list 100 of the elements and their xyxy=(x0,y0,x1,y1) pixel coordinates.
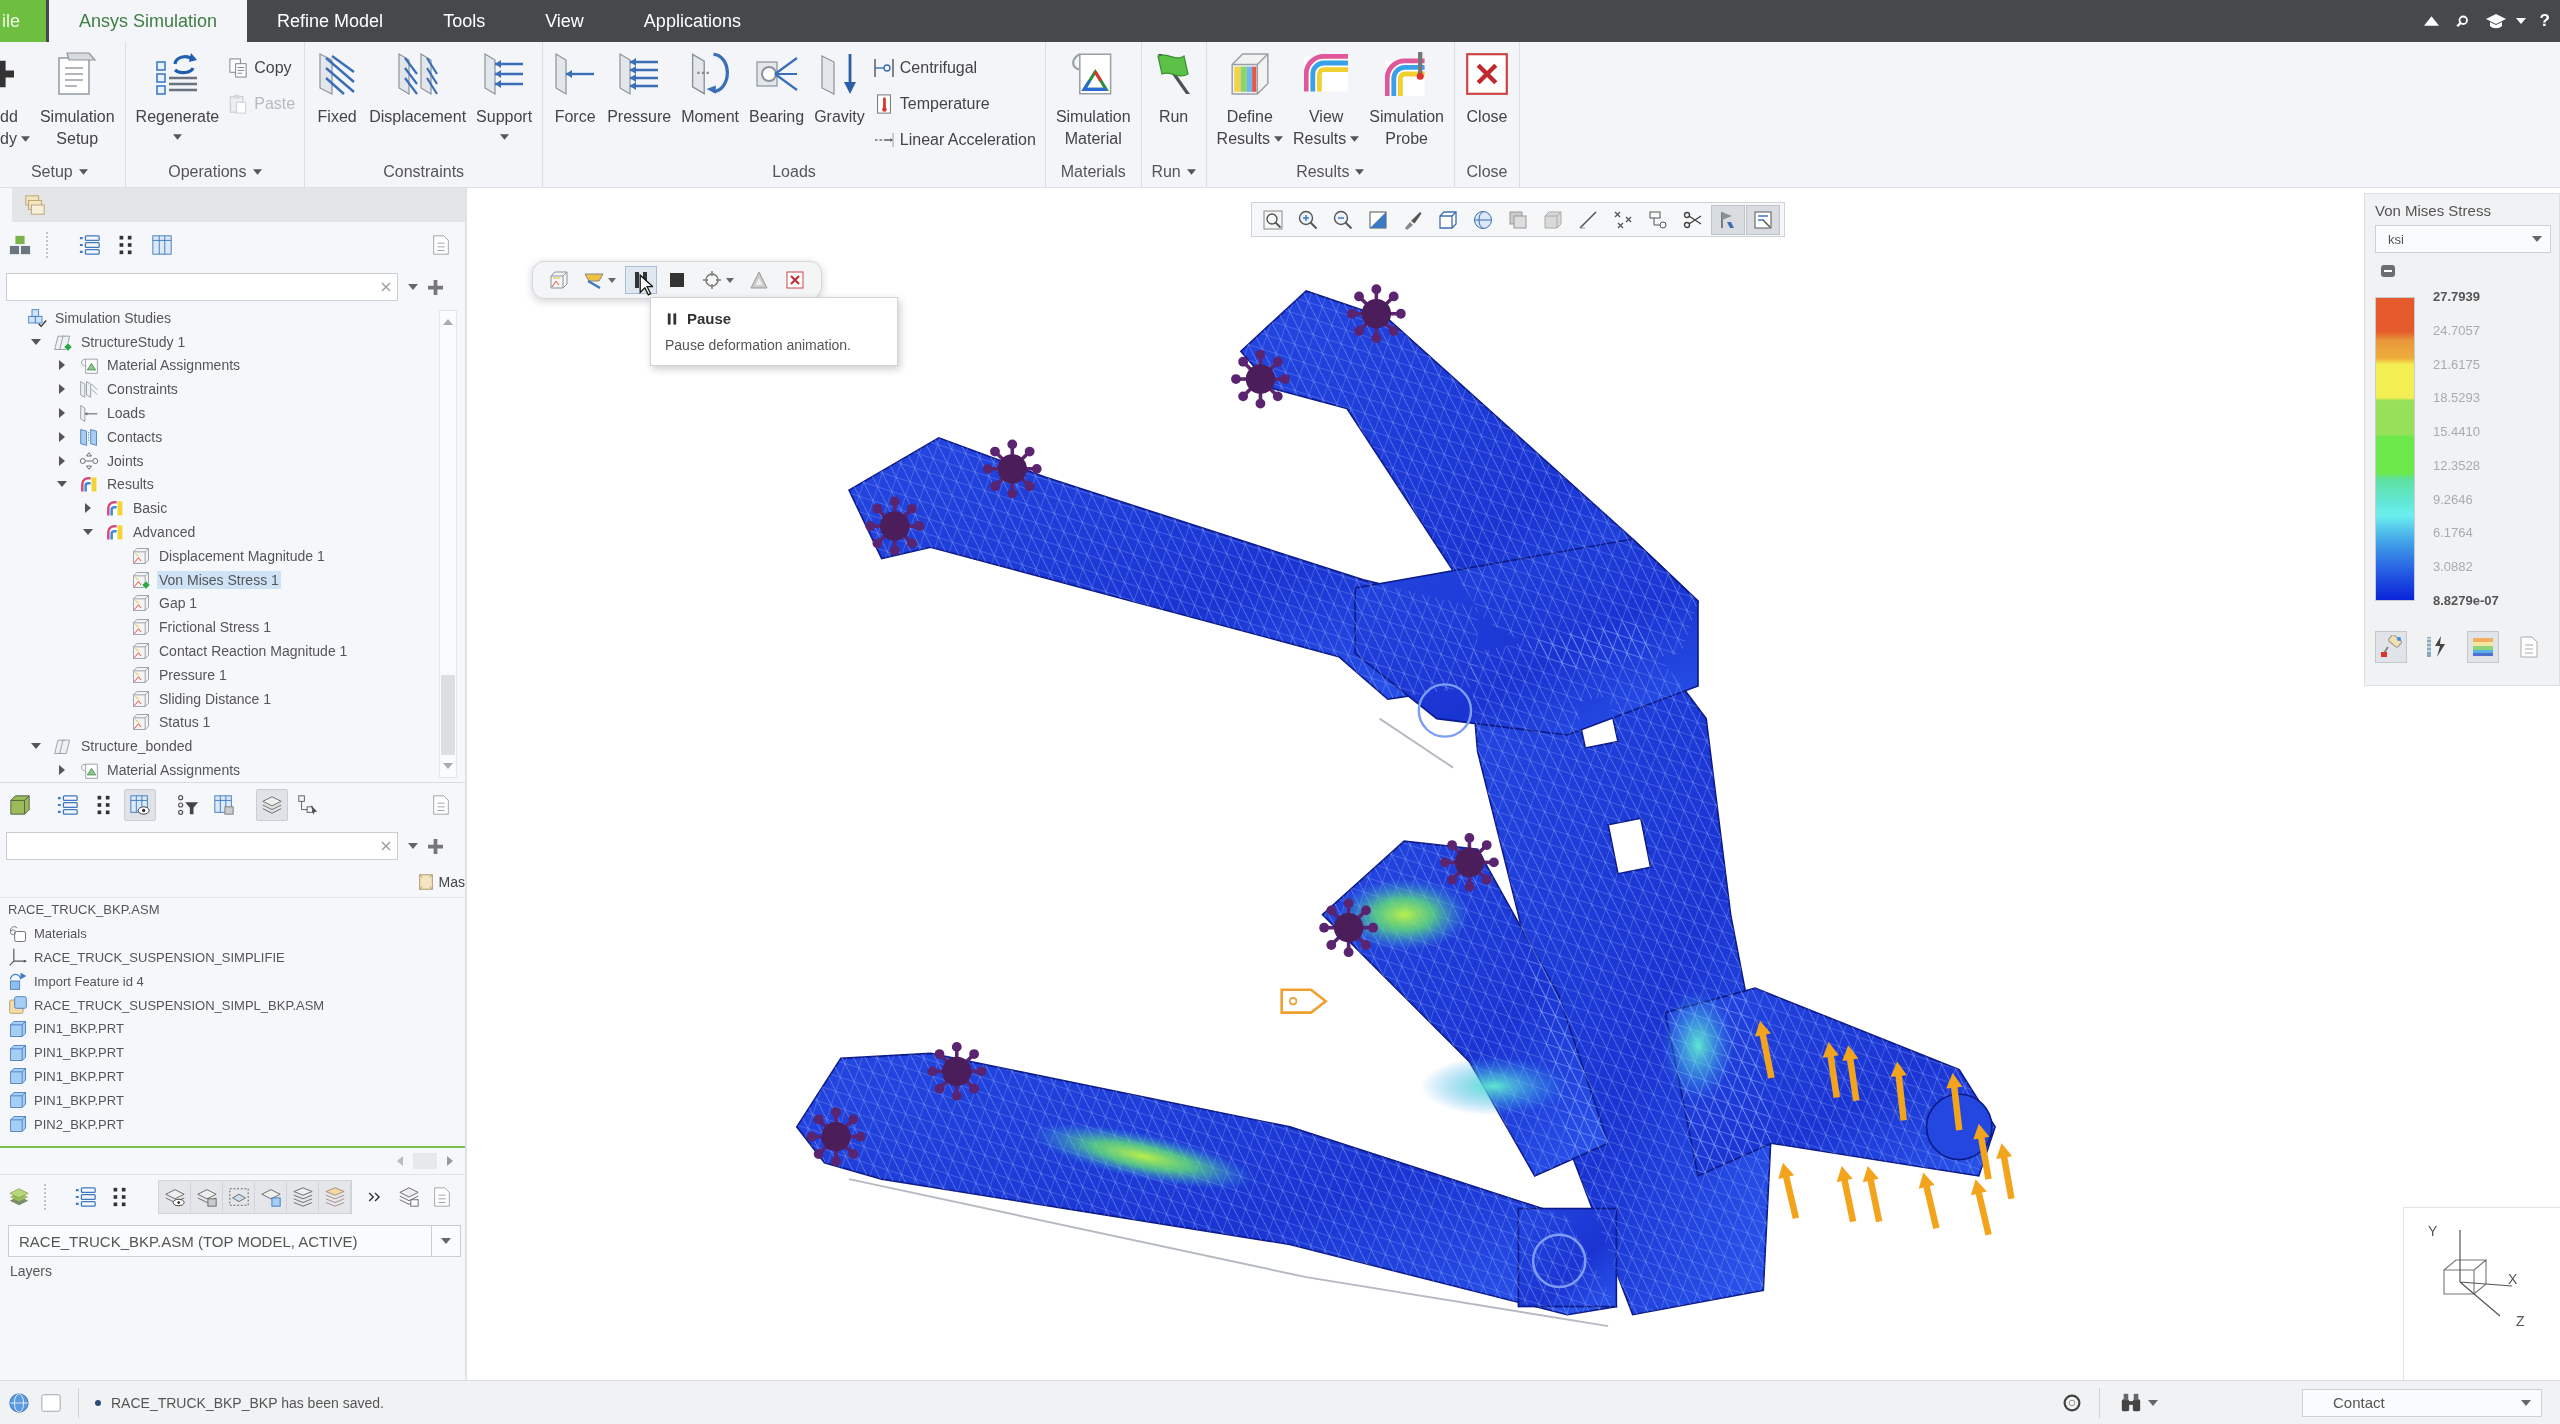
tree-item[interactable]: Frictional Stress 1 xyxy=(157,618,274,637)
ribbon-button[interactable]: Run xyxy=(1147,52,1200,128)
ribbon-button[interactable]: Regenerate xyxy=(131,52,224,140)
tree-item[interactable]: Advanced xyxy=(131,523,198,542)
expand-arrow-icon[interactable] xyxy=(57,431,67,442)
tree-item[interactable]: Loads xyxy=(105,404,148,423)
expand-arrow-icon[interactable] xyxy=(57,384,67,395)
tree-item[interactable]: Results xyxy=(105,475,156,494)
ribbon-button[interactable]: Copy xyxy=(225,52,299,84)
scrollbar-thumb[interactable] xyxy=(441,675,455,755)
scrollbar-track[interactable] xyxy=(439,310,457,778)
caret-icon[interactable] xyxy=(408,843,418,849)
tree-item[interactable]: PIN1_BKP.PRT xyxy=(34,1044,124,1062)
search-icon[interactable] xyxy=(2454,15,2470,27)
ribbon-button[interactable]: Centrifugal xyxy=(870,52,1039,84)
add-icon[interactable] xyxy=(428,838,443,854)
scroll-up-icon[interactable] xyxy=(443,319,453,325)
tree-item[interactable]: Sliding Distance 1 xyxy=(157,689,274,708)
ribbon-button[interactable]: Fixed xyxy=(311,52,364,128)
tree-item[interactable]: PIN1_BKP.PRT xyxy=(34,1020,124,1038)
group-menu-button[interactable]: Setup xyxy=(0,157,119,187)
ribbon-button[interactable]: Bearing xyxy=(744,52,809,128)
ribbon-button[interactable]: Force xyxy=(549,52,602,128)
tree-item[interactable]: Constraints xyxy=(105,380,180,399)
tree-item[interactable]: Displacement Magnitude 1 xyxy=(157,546,327,565)
globe-icon[interactable] xyxy=(8,1391,30,1414)
tree-item[interactable]: PIN2_BKP.PRT xyxy=(34,1115,124,1133)
tree-item[interactable]: RACE_TRUCK_SUSPENSION_SIMPLIFIE xyxy=(34,949,285,966)
tree-item[interactable]: PIN1_BKP.PRT xyxy=(34,1091,124,1109)
tree-item[interactable]: Material Assignments xyxy=(105,356,243,375)
ribbon-tab[interactable]: Tools xyxy=(413,0,516,42)
tree-item[interactable]: StructureStudy 1 xyxy=(79,332,188,351)
collapse-icon[interactable] xyxy=(2381,265,2395,277)
ribbon-button[interactable]: Pressure xyxy=(603,52,676,128)
scroll-right-icon[interactable] xyxy=(447,1156,453,1166)
tree-item[interactable]: Structure_bonded xyxy=(79,737,195,756)
caret-icon[interactable] xyxy=(408,284,418,290)
tree-item[interactable]: Contact Reaction Magnitude 1 xyxy=(157,642,350,661)
expand-arrow-icon[interactable] xyxy=(57,765,67,776)
search-field[interactable] xyxy=(6,273,398,301)
filter-dropdown[interactable]: Contact xyxy=(2302,1388,2542,1417)
tree-item[interactable]: Von Mises Stress 1 xyxy=(157,570,281,589)
tree-item[interactable]: Material Assignments xyxy=(105,761,243,780)
tree-item[interactable]: PIN1_BKP.PRT xyxy=(34,1067,124,1085)
ribbon-button[interactable]: View Results xyxy=(1288,52,1364,150)
ribbon-button[interactable]: Temperature xyxy=(870,88,1039,120)
ribbon-button[interactable]: Moment xyxy=(677,52,743,128)
search-field[interactable] xyxy=(6,832,398,860)
group-menu-button[interactable]: Run xyxy=(1147,157,1200,187)
ribbon-button[interactable]: dd dy xyxy=(0,52,34,150)
ribbon-button[interactable]: Gravity xyxy=(810,52,869,128)
load-arrow-icon xyxy=(1918,1172,1940,1229)
graduation-cap-icon[interactable] xyxy=(2485,13,2506,29)
ribbon-tab[interactable]: View xyxy=(515,0,614,42)
tree-item[interactable]: Materials xyxy=(34,925,87,943)
tree-item[interactable]: Basic xyxy=(131,499,170,518)
ribbon-button[interactable]: Displacement xyxy=(365,52,471,128)
tree-item[interactable]: Status 1 xyxy=(157,713,213,732)
expand-arrow-icon[interactable] xyxy=(57,455,67,466)
tree-item[interactable]: Gap 1 xyxy=(157,594,200,613)
tree-item[interactable]: Joints xyxy=(105,451,146,470)
tree-item[interactable]: RACE_TRUCK_SUSPENSION_SIMPL_BKP.ASM xyxy=(34,996,325,1014)
column-header[interactable]: Mas xyxy=(438,873,465,890)
expand-arrow-icon[interactable] xyxy=(83,503,93,514)
tree-item[interactable]: Contacts xyxy=(105,427,165,446)
clear-icon[interactable] xyxy=(381,282,391,292)
cross-points-icon xyxy=(1613,209,1633,230)
slash-line-icon xyxy=(1578,209,1598,230)
ribbon-tab[interactable]: Ansys Simulation xyxy=(49,0,248,42)
caret-icon xyxy=(78,169,88,175)
tree-item[interactable]: Import Feature id 4 xyxy=(34,972,144,990)
expand-arrow-icon[interactable] xyxy=(57,408,67,419)
ribbon-button[interactable]: Simulation Probe xyxy=(1365,52,1448,150)
pause-icon xyxy=(665,311,679,326)
add-icon[interactable] xyxy=(428,279,443,295)
ribbon-button[interactable]: Simulation Setup xyxy=(35,52,119,150)
group-menu-button[interactable]: Results xyxy=(1212,157,1448,187)
tree-item[interactable]: RACE_TRUCK_BKP.ASM xyxy=(8,901,160,919)
caret-icon[interactable] xyxy=(2515,18,2526,24)
ribbon-button[interactable]: Close xyxy=(1461,52,1513,128)
unit-dropdown[interactable]: ksi xyxy=(2375,225,2551,253)
clear-icon[interactable] xyxy=(381,841,391,851)
plate-arrow-icon xyxy=(79,403,99,424)
ribbon-button[interactable]: Support xyxy=(472,52,537,140)
group-menu-button[interactable]: Operations xyxy=(131,157,299,187)
expand-arrow-icon[interactable] xyxy=(31,336,41,347)
help-button[interactable]: ? xyxy=(2539,11,2550,31)
tree-item[interactable]: Simulation Studies xyxy=(53,308,173,327)
ribbon-button[interactable]: Define Results xyxy=(1212,52,1287,150)
axis-label: X xyxy=(2508,1271,2518,1287)
ribbon-tab[interactable]: Applications xyxy=(613,0,771,42)
ribbon-button[interactable]: Linear Acceleration xyxy=(870,124,1039,156)
tree-item[interactable]: Pressure 1 xyxy=(157,665,229,684)
scroll-down-icon[interactable] xyxy=(443,763,453,769)
zoom-out-icon xyxy=(1333,209,1353,230)
expand-arrow-icon[interactable] xyxy=(57,360,67,371)
ribbon-tab[interactable]: Refine Model xyxy=(247,0,414,42)
model-dropdown[interactable]: RACE_TRUCK_BKP.ASM (TOP MODEL, ACTIVE) xyxy=(8,1225,461,1257)
collapse-ribbon-icon[interactable] xyxy=(2423,15,2439,27)
ribbon-button[interactable]: Simulation Material xyxy=(1051,52,1135,150)
